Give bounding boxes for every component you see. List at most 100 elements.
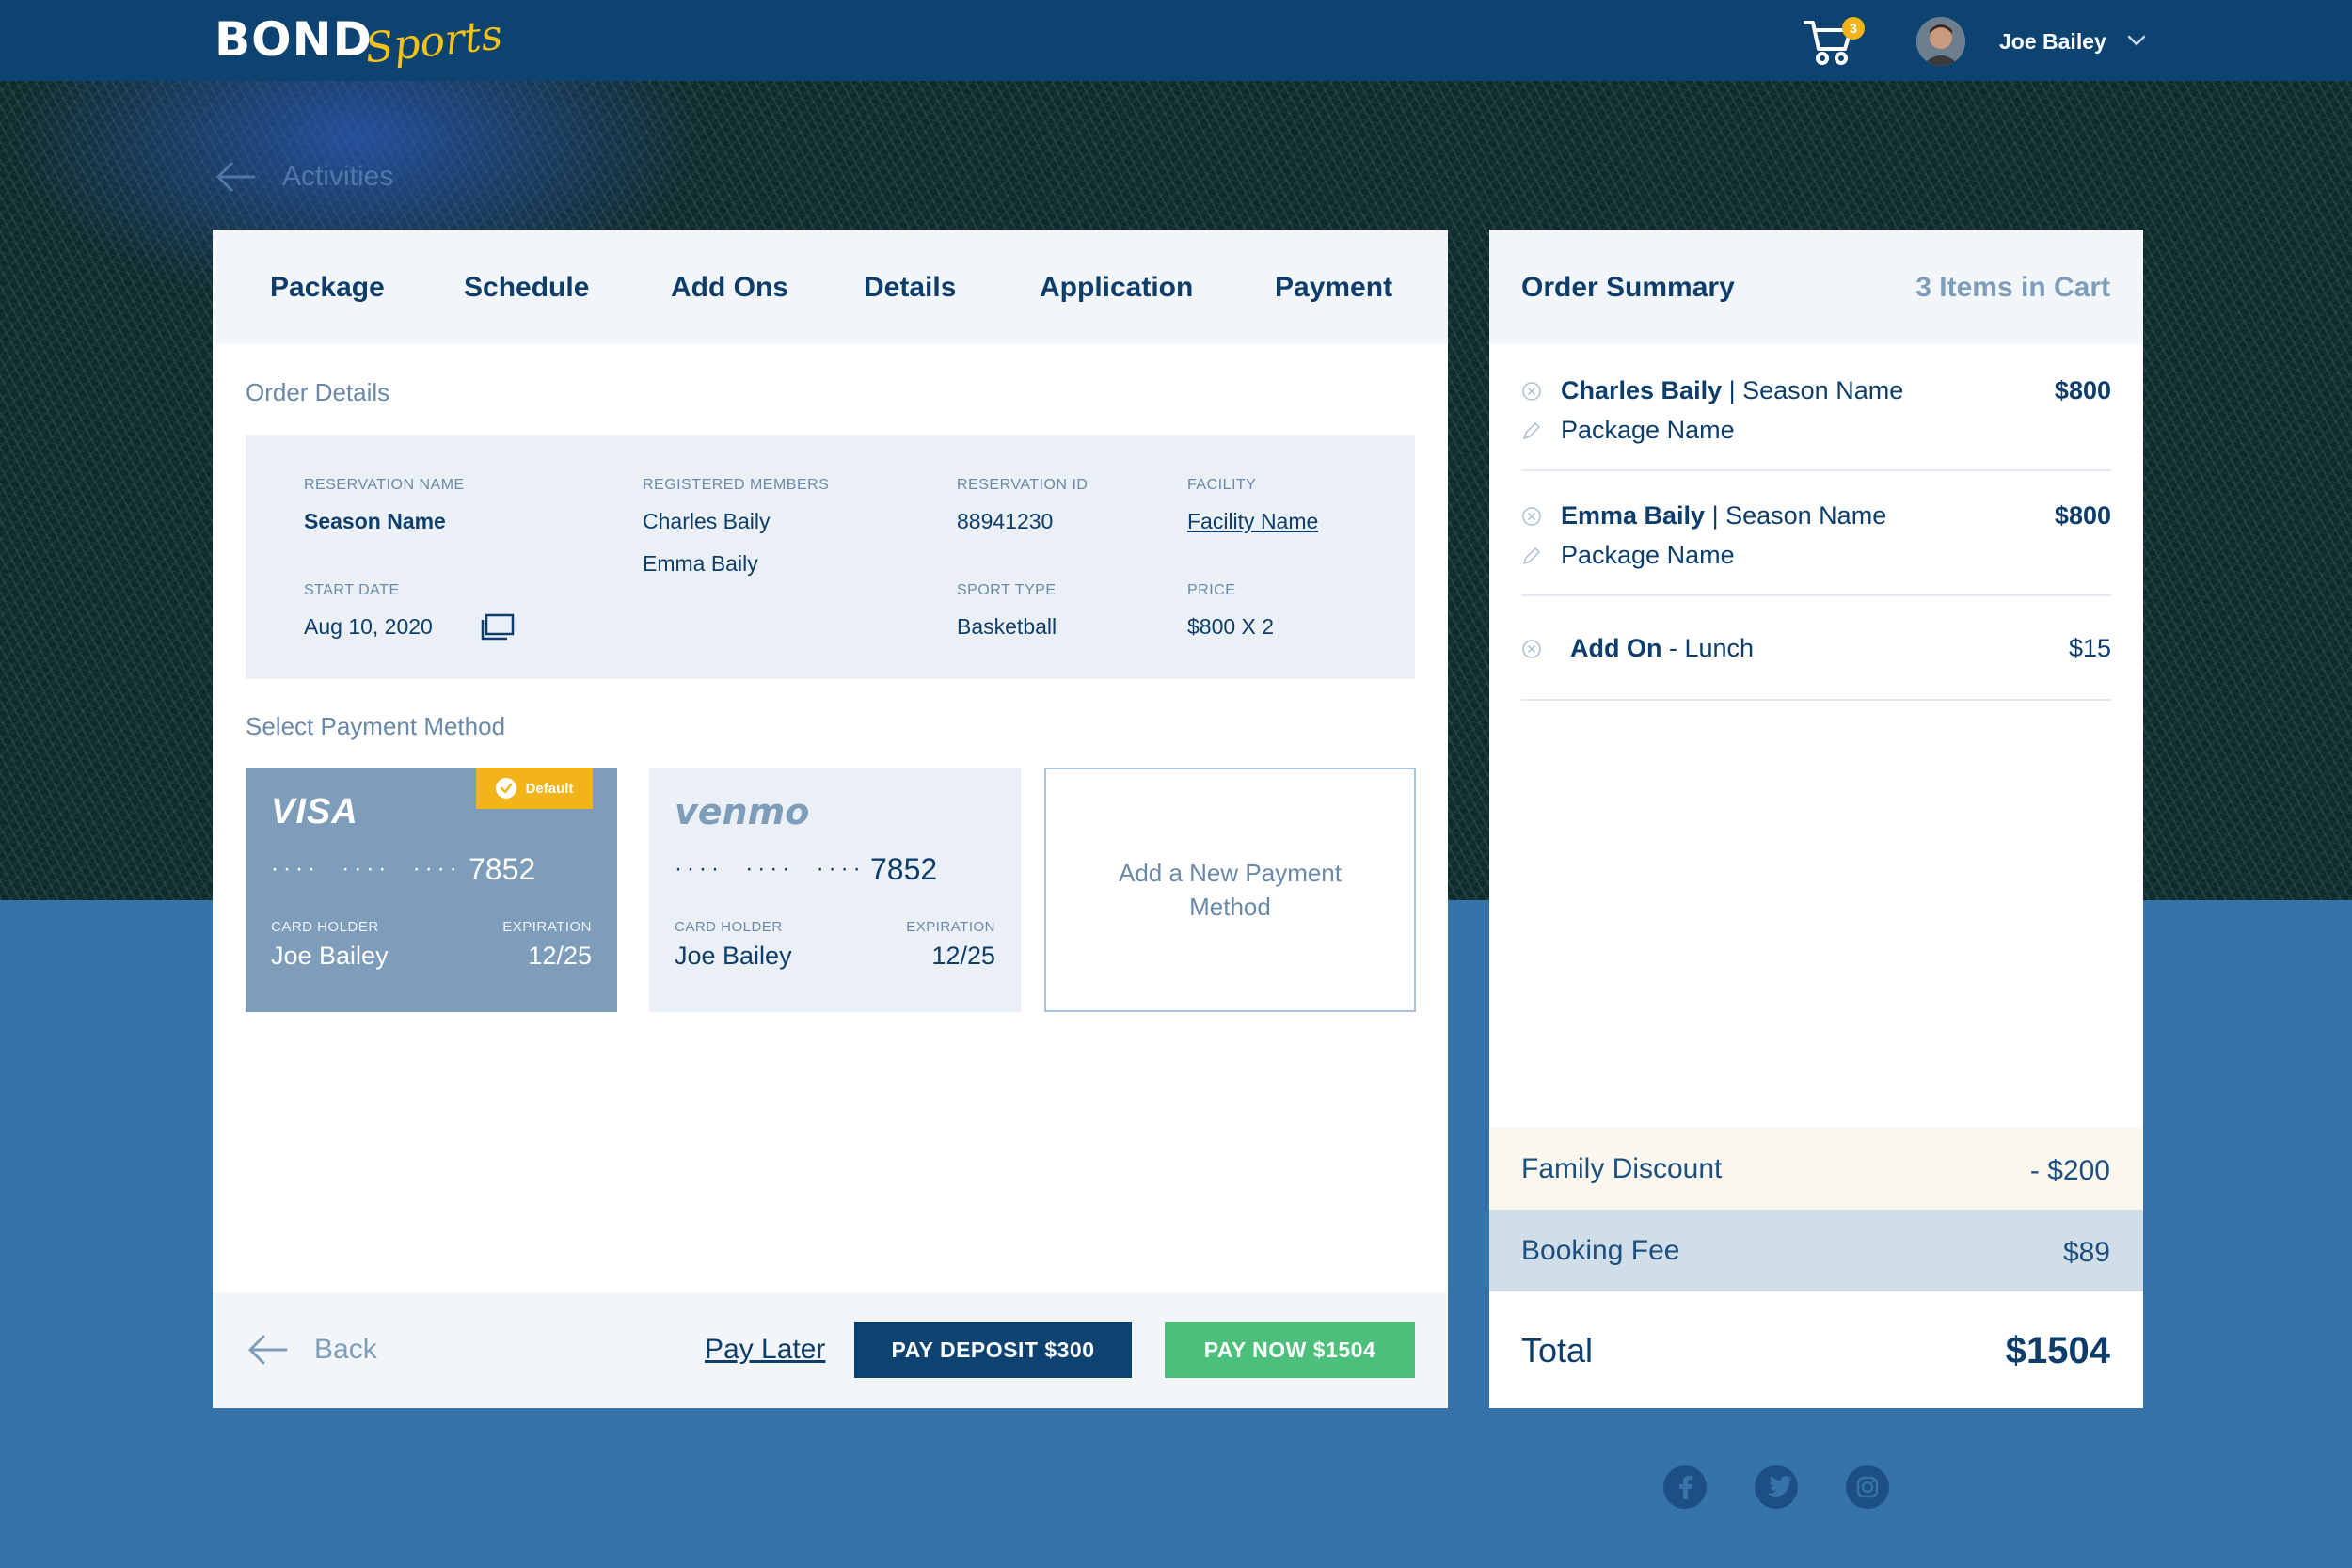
reservation-name-label: RESERVATION NAME — [304, 477, 465, 493]
facebook-icon[interactable] — [1663, 1465, 1707, 1509]
discount-label: Family Discount — [1521, 1153, 1723, 1184]
pay-later-link[interactable]: Pay Later — [705, 1331, 825, 1369]
booking-fee-row: Booking Fee $89 — [1489, 1210, 2143, 1291]
line-item-price: $800 — [2054, 376, 2111, 404]
back-to-activities-link[interactable]: Activities — [215, 158, 393, 196]
discount-value: - $200 — [2029, 1155, 2110, 1186]
visa-logo: VISA — [271, 792, 358, 832]
remove-circle-icon[interactable] — [1521, 639, 1542, 659]
card-last4: 7852 — [870, 852, 938, 886]
cart-line-item: Charles Baily | Season Name Package Name… — [1521, 370, 2111, 471]
cart-count-badge: 3 — [1842, 17, 1865, 40]
checkout-footer: Back Pay Later PAY DEPOSIT $300 PAY NOW … — [213, 1293, 1448, 1408]
cart-line-item: Add On - Lunch $15 — [1521, 631, 2111, 701]
default-badge: Default — [476, 768, 593, 809]
reservation-name: Season Name — [304, 509, 446, 533]
reservation-id: 88941230 — [957, 509, 1054, 533]
avatar[interactable] — [1916, 17, 1965, 66]
expiration-label: EXPIRATION — [906, 919, 995, 935]
member-name: Charles Baily — [1561, 376, 1723, 404]
sport-type: Basketball — [957, 614, 1057, 639]
start-date-label: START DATE — [304, 582, 400, 598]
back-button[interactable]: Back — [246, 1331, 377, 1369]
total-row: Total $1504 — [1489, 1291, 2143, 1408]
addon-label: Add On — [1570, 634, 1662, 662]
venmo-payment-card[interactable]: venmo ···· ···· ···· 7852 CARD HOLDER Jo… — [649, 768, 1021, 1012]
package-name: Package Name — [1561, 541, 1735, 569]
reservation-id-label: RESERVATION ID — [957, 477, 1089, 493]
masked-card-number: ···· ···· ···· — [675, 856, 866, 881]
pay-deposit-button[interactable]: PAY DEPOSIT $300 — [854, 1322, 1132, 1378]
registered-member: Emma Baily — [643, 551, 758, 576]
family-discount-row: Family Discount - $200 — [1489, 1128, 2143, 1210]
expiration-value: 12/25 — [931, 942, 995, 970]
payment-method-title: Select Payment Method — [246, 712, 506, 740]
line-item-title: Emma Baily | Season Name — [1561, 499, 1886, 532]
price-label: PRICE — [1187, 582, 1236, 598]
separator: | — [1722, 376, 1743, 404]
line-item-price: $15 — [2068, 634, 2111, 662]
registered-members-label: REGISTERED MEMBERS — [643, 477, 830, 493]
card-holder-label: CARD HOLDER — [675, 919, 783, 935]
member-name: Emma Baily — [1561, 501, 1706, 530]
total-value: $1504 — [2005, 1330, 2110, 1371]
calendar-icon[interactable] — [481, 613, 515, 641]
price-value: $800 X 2 — [1187, 614, 1275, 639]
venmo-logo: venmo — [675, 791, 810, 832]
chevron-down-icon[interactable] — [2124, 28, 2149, 53]
masked-card-number: ···· ···· ···· — [271, 856, 462, 881]
visa-payment-card[interactable]: VISA Default ···· ···· ···· 7852 CARD HO… — [246, 768, 617, 1012]
tab-schedule[interactable]: Schedule — [464, 269, 589, 307]
user-name[interactable]: Joe Bailey — [1999, 26, 2106, 56]
sport-type-label: SPORT TYPE — [957, 582, 1057, 598]
remove-circle-icon[interactable] — [1521, 381, 1542, 402]
tab-add-ons[interactable]: Add Ons — [671, 269, 788, 307]
remove-circle-icon[interactable] — [1521, 506, 1542, 527]
season-name: Season Name — [1742, 376, 1904, 404]
check-icon — [495, 778, 516, 799]
back-label: Back — [314, 1334, 377, 1365]
tab-payment[interactable]: Payment — [1275, 269, 1392, 307]
order-details-box: RESERVATION NAME Season Name REGISTERED … — [246, 435, 1415, 679]
pencil-icon[interactable] — [1521, 546, 1542, 566]
line-item-title: Add On - Lunch — [1570, 631, 1754, 665]
card-holder-name: Joe Bailey — [675, 942, 792, 970]
checkout-panel: Package Schedule Add Ons Details Applica… — [213, 230, 1448, 1408]
order-summary-title: Order Summary — [1521, 272, 1735, 303]
logo-script-text: Sports — [362, 10, 505, 73]
card-last4: 7852 — [469, 852, 536, 886]
expiration-value: 12/25 — [528, 942, 592, 970]
checkout-steps: Package Schedule Add Ons Details Applica… — [213, 230, 1448, 343]
twitter-icon[interactable] — [1755, 1465, 1798, 1509]
facility-link[interactable]: Facility Name — [1187, 507, 1318, 535]
package-name: Package Name — [1561, 416, 1735, 444]
instagram-icon[interactable] — [1846, 1465, 1889, 1509]
addon-name: - Lunch — [1661, 634, 1755, 662]
pencil-icon[interactable] — [1521, 420, 1542, 441]
pay-now-button[interactable]: PAY NOW $1504 — [1165, 1322, 1415, 1378]
cart-line-item: Emma Baily | Season Name Package Name $8… — [1521, 495, 2111, 596]
start-date: Aug 10, 2020 — [304, 614, 433, 639]
booking-fee-label: Booking Fee — [1521, 1235, 1680, 1266]
expiration-label: EXPIRATION — [502, 919, 592, 935]
bond-sports-logo[interactable]: BOND Sports — [215, 9, 504, 73]
line-item-title: Charles Baily | Season Name — [1561, 373, 1903, 407]
tab-package[interactable]: Package — [270, 269, 385, 307]
facility-label: FACILITY — [1187, 477, 1257, 493]
add-payment-method-label: Add a New Payment Method — [1118, 859, 1342, 921]
cart-items-count: 3 Items in Cart — [1915, 272, 2110, 303]
tab-details[interactable]: Details — [864, 269, 956, 307]
card-holder-name: Joe Bailey — [271, 942, 389, 970]
card-holder-label: CARD HOLDER — [271, 919, 379, 935]
default-badge-label: Default — [525, 780, 574, 797]
order-summary-panel: Order Summary 3 Items in Cart Charles Ba… — [1489, 230, 2143, 1408]
order-details-title: Order Details — [246, 378, 390, 406]
add-payment-method-button[interactable]: Add a New Payment Method — [1044, 768, 1416, 1012]
total-label: Total — [1521, 1331, 1594, 1370]
order-summary-header: Order Summary 3 Items in Cart — [1489, 230, 2143, 343]
top-header: BOND Sports 3 Joe Bailey — [0, 0, 2352, 81]
separator: | — [1705, 501, 1726, 530]
logo-main-text: BOND — [215, 12, 373, 67]
season-name: Season Name — [1725, 501, 1887, 530]
tab-application[interactable]: Application — [1040, 269, 1193, 307]
